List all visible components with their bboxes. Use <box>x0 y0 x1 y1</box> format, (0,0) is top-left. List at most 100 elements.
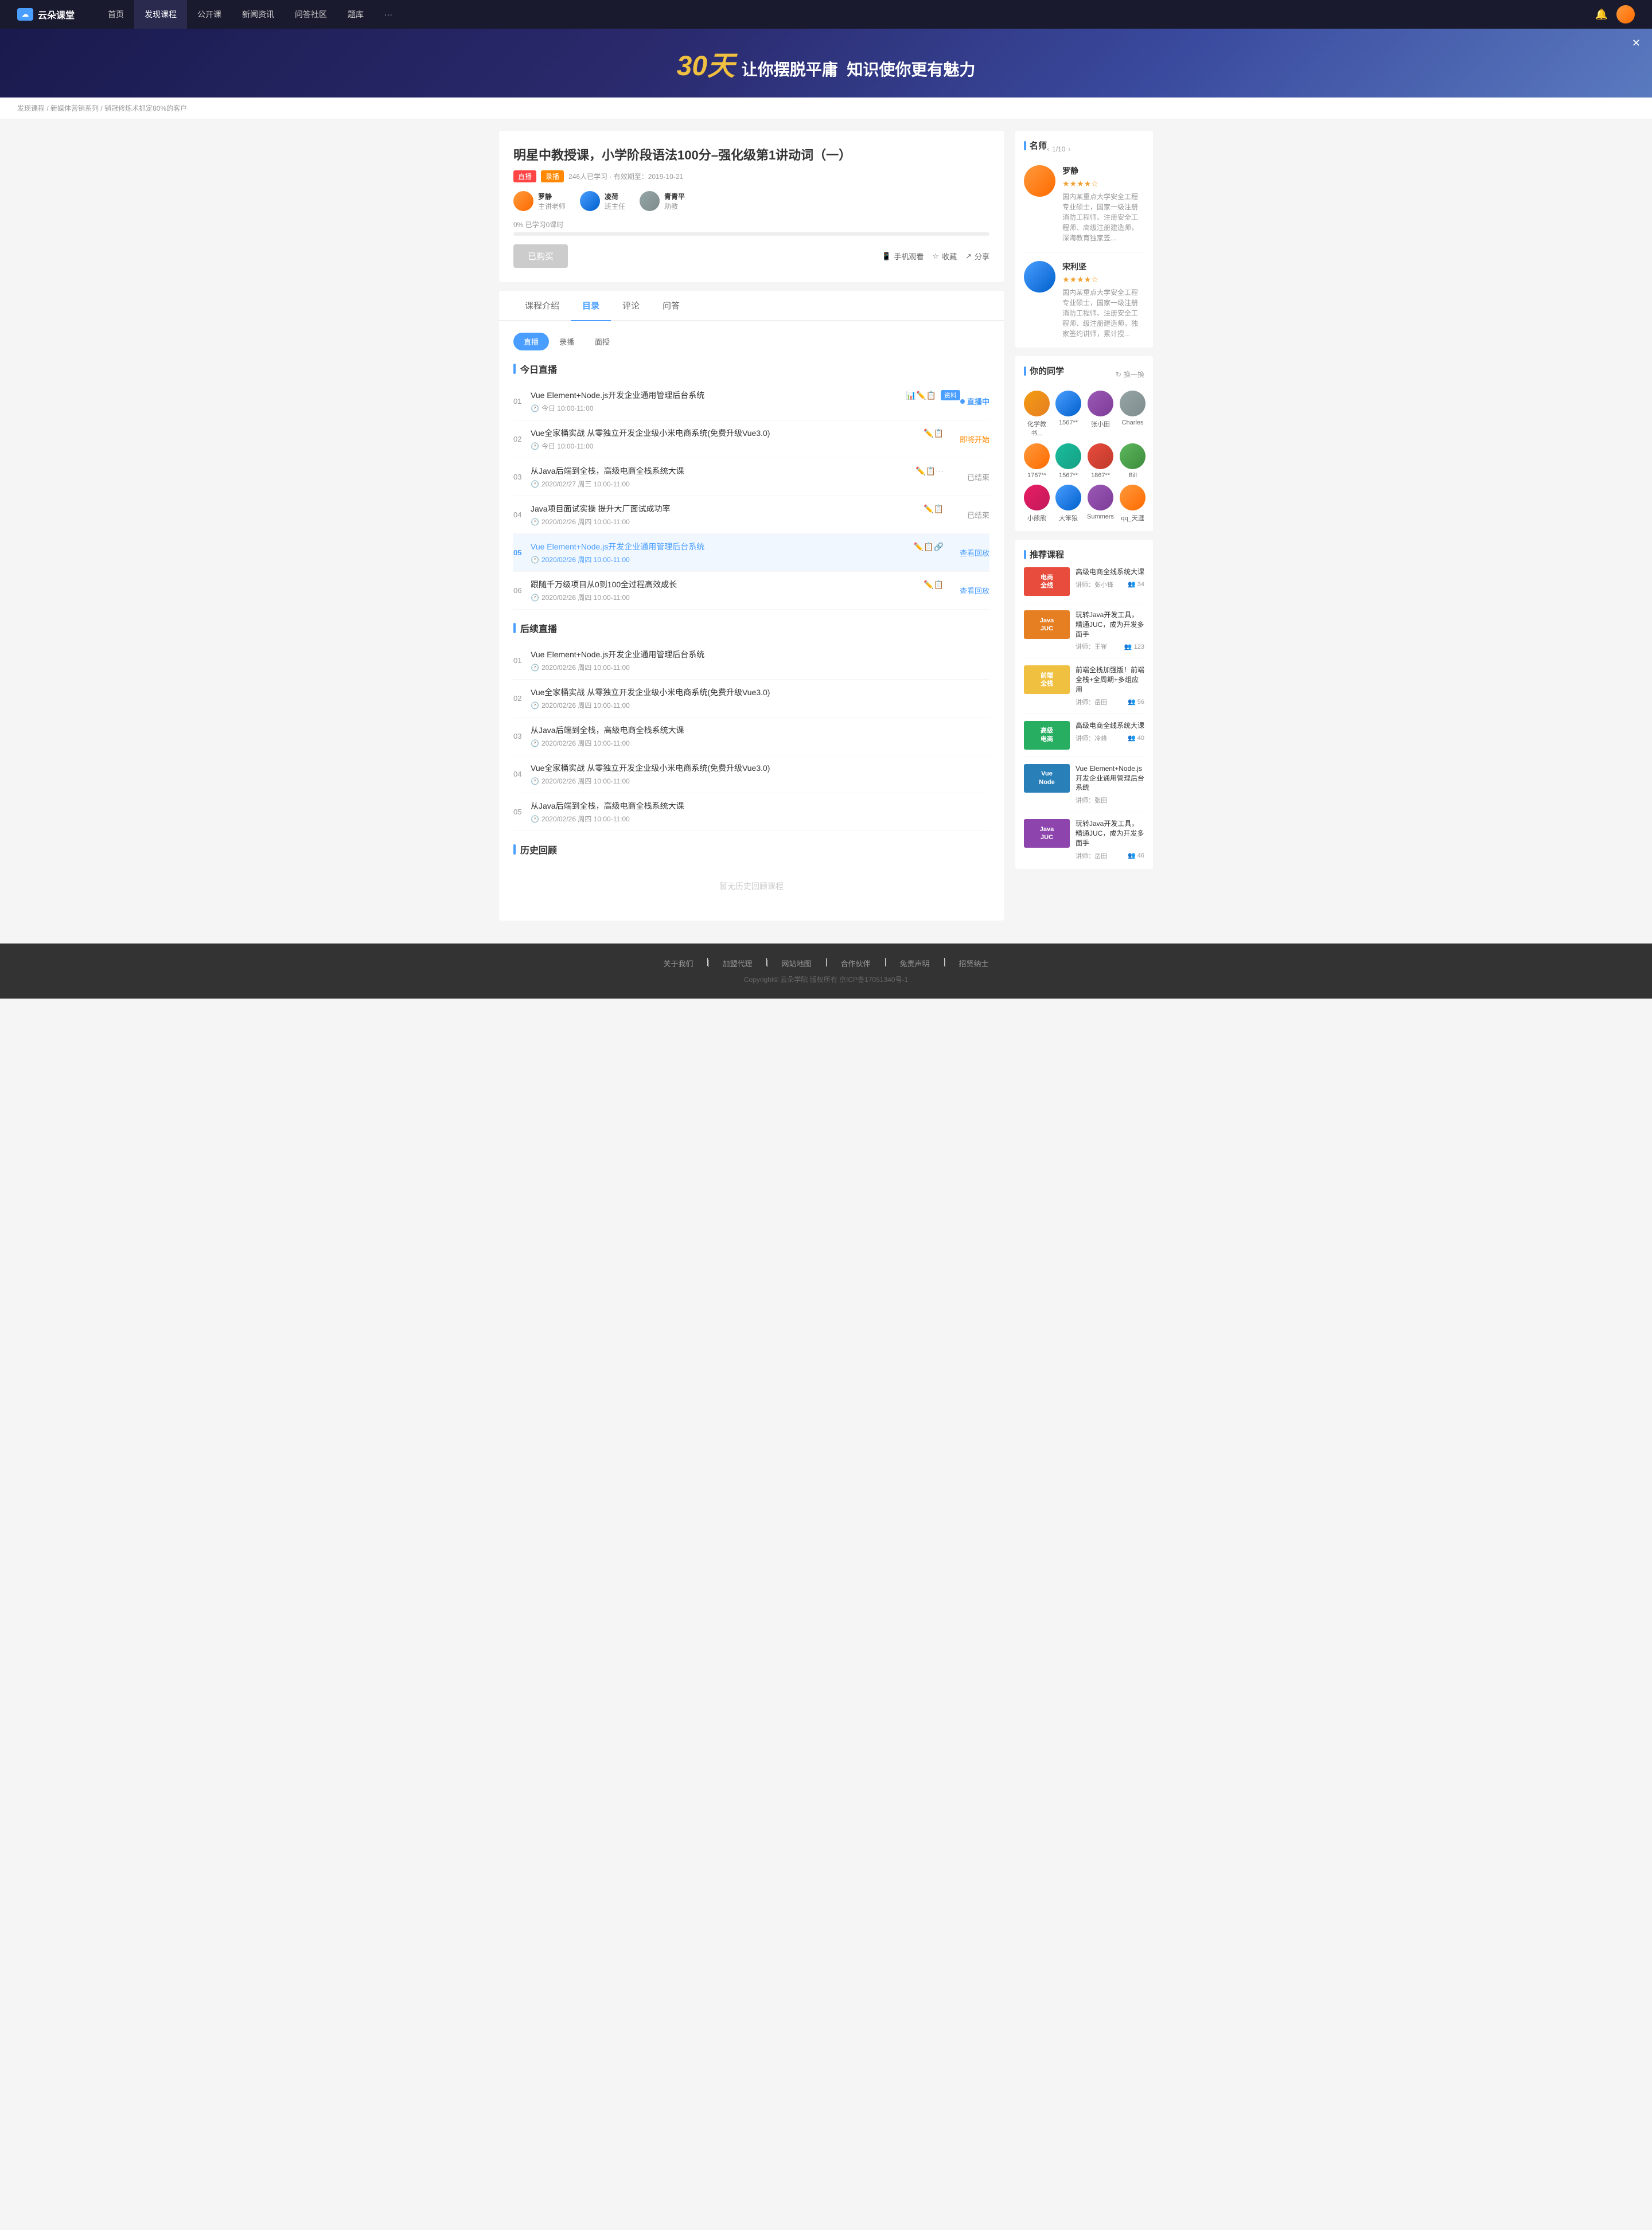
course-header-card: 明星中教授课，小学阶段语法100分–强化级第1讲动词（一） 直播 录播 246人… <box>499 131 1004 282</box>
share-label: 分享 <box>975 251 989 262</box>
banner-content: 30天 让你摆脱平庸 知识使你更有魅力 <box>677 43 976 83</box>
edit-icon-03[interactable]: ✏️ <box>915 466 925 476</box>
student-item-8: 小熊熊 <box>1024 485 1050 523</box>
lesson-info-02: Vue全家桶实战 从零独立开发企业级小米电商系统(免费升级Vue3.0) ✏️ … <box>531 427 944 451</box>
lesson-item-04: 04 Java项目面试实操 提升大厂面试成功率 ✏️ 📋 🕐 2020/02/2… <box>513 496 989 534</box>
nav-discover[interactable]: 发现课程 <box>134 0 187 29</box>
future-time-01: 🕐 2020/02/26 周四 10:00-11:00 <box>531 662 989 672</box>
footer-franchise[interactable]: 加盟代理 <box>722 958 752 969</box>
copy-icon-02[interactable]: 📋 <box>934 428 944 438</box>
nav-news[interactable]: 新闻资讯 <box>232 0 285 29</box>
sidebar-teacher-stars-0: ★★★★☆ <box>1062 179 1144 189</box>
no-history-message: 暂无历史回顾课程 <box>513 863 989 909</box>
notification-bell-icon[interactable]: 🔔 <box>1595 9 1608 21</box>
footer-partners[interactable]: 合作伙伴 <box>841 958 871 969</box>
edit-icon-01[interactable]: ✏️ <box>916 391 926 400</box>
future-live-section: 后续直播 <box>513 621 989 635</box>
collect-button[interactable]: ☆ 收藏 <box>932 251 957 262</box>
edit-icon-05[interactable]: ✏️ <box>914 542 924 552</box>
site-footer: 关于我们 | 加盟代理 | 网站地图 | 合作伙伴 | 免责声明 | 招贤纳士 … <box>0 944 1652 999</box>
mobile-watch-button[interactable]: 📱 手机观看 <box>882 251 924 262</box>
user-avatar[interactable] <box>1616 5 1635 24</box>
nav-qa[interactable]: 问答社区 <box>285 0 337 29</box>
student-item-0: 化学教书... <box>1024 391 1050 438</box>
rec-course-2[interactable]: 前端全栈 前端全栈加强版！前端全栈+全周期+多组应用 讲师：岳田 👥 56 <box>1024 665 1144 714</box>
rec-course-title-0: 高级电商全线系统大课 <box>1076 567 1144 577</box>
copy-icon-01[interactable]: 📋 <box>926 391 936 400</box>
rec-course-3[interactable]: 高级电商 高级电商全线系统大课 讲师：冷峰 👥 40 <box>1024 721 1144 757</box>
students-card-header: 你的同学 ↻ 换一换 <box>1024 365 1144 384</box>
chart-icon-01[interactable]: 📊 <box>906 391 916 400</box>
rec-thumb-1: JavaJUC <box>1024 610 1070 639</box>
course-actions: 已购买 📱 手机观看 ☆ 收藏 ↗ 分享 <box>513 244 989 268</box>
sub-tabs: 直播 录播 面授 <box>513 333 989 350</box>
student-item-1: 1567** <box>1055 391 1081 438</box>
next-teacher-icon[interactable]: › <box>1068 145 1070 153</box>
copy-icon-06[interactable]: 📋 <box>934 580 944 590</box>
sidebar-bar-teachers-icon <box>1024 141 1026 150</box>
teachers-card-header: 名师 ‹ 1/10 › <box>1024 139 1144 158</box>
nav-questions[interactable]: 题库 <box>337 0 374 29</box>
sub-tab-live[interactable]: 直播 <box>513 333 549 350</box>
student-name-2: 张小田 <box>1091 419 1110 428</box>
section-bar-history-icon <box>513 844 516 855</box>
edit-icon-04[interactable]: ✏️ <box>924 504 933 514</box>
footer-divider-4: | <box>885 958 886 966</box>
nav-more[interactable]: ··· <box>374 0 403 29</box>
tab-catalog[interactable]: 目录 <box>571 291 611 321</box>
tab-comments[interactable]: 评论 <box>611 291 651 321</box>
rec-instructor-3: 讲师：冷峰 <box>1076 734 1107 743</box>
clock-icon-f01: 🕐 <box>531 664 539 672</box>
clock-icon-06: 🕐 <box>531 594 539 602</box>
edit-icon-02[interactable]: ✏️ <box>924 428 933 438</box>
future-num-05: 05 <box>513 808 531 816</box>
footer-disclaimer[interactable]: 免责声明 <box>900 958 930 969</box>
mobile-icon: 📱 <box>882 252 891 261</box>
link-icon-05[interactable]: 🔗 <box>934 542 944 552</box>
banner-close-icon[interactable]: ✕ <box>1632 37 1641 49</box>
lesson-title-05: Vue Element+Node.js开发企业通用管理后台系统 <box>531 541 909 552</box>
switch-students-button[interactable]: ↻ 换一换 <box>1116 369 1144 379</box>
nav-home[interactable]: 首页 <box>98 0 134 29</box>
footer-sitemap[interactable]: 网站地图 <box>781 958 811 969</box>
rec-course-4[interactable]: VueNode Vue Element+Node.js开发企业通用管理后台系统 … <box>1024 764 1144 812</box>
tab-qa[interactable]: 问答 <box>651 291 691 321</box>
students-grid: 化学教书... 1567** 张小田 Charles 1767** <box>1024 391 1144 523</box>
today-live-title: 今日直播 <box>520 362 557 376</box>
sub-tab-offline[interactable]: 面授 <box>585 333 620 350</box>
future-time-03: 🕐 2020/02/26 周四 10:00-11:00 <box>531 738 989 748</box>
bought-button[interactable]: 已购买 <box>513 244 568 268</box>
tab-intro[interactable]: 课程介绍 <box>513 291 571 321</box>
lesson-item: 01 Vue Element+Node.js开发企业通用管理后台系统 📊 ✏️ … <box>513 383 989 420</box>
progress-row: 0% 已学习0课时 <box>513 220 989 236</box>
lesson-status-05[interactable]: 查看回放 <box>944 547 989 558</box>
nav-open[interactable]: 公开课 <box>187 0 232 29</box>
rec-course-5[interactable]: JavaJUC 玩转Java开发工具，精通JUC，成为开发多面手 讲师：岳田 👥… <box>1024 819 1144 860</box>
copy-icon-04[interactable]: 📋 <box>934 504 944 514</box>
copy-icon-03[interactable]: 📋 <box>926 466 936 476</box>
rec-course-1[interactable]: JavaJUC 玩转Java开发工具，精通JUC，成为开发多面手 讲师：王崔 👥… <box>1024 610 1144 658</box>
site-logo[interactable]: ☁ 云朵课堂 <box>17 7 75 21</box>
rec-course-title-4: Vue Element+Node.js开发企业通用管理后台系统 <box>1076 764 1144 793</box>
lesson-item-06: 06 跟随千万级项目从0到100全过程高效成长 ✏️ 📋 🕐 2020/02/2… <box>513 572 989 610</box>
breadcrumb-discover[interactable]: 发现课程 <box>17 104 45 112</box>
rec-course-0[interactable]: 电商全线 高级电商全线系统大课 讲师：张小锋 👥 34 <box>1024 567 1144 603</box>
lesson-status-06[interactable]: 查看回放 <box>944 585 989 596</box>
more-icon-03[interactable]: ⋯ <box>936 466 944 476</box>
prev-teacher-icon[interactable]: ‹ <box>1047 145 1049 153</box>
breadcrumb-series[interactable]: 新媒体营销系列 <box>50 104 99 112</box>
sub-tab-record[interactable]: 录播 <box>549 333 585 350</box>
teacher-info-0: 罗静 主讲老师 <box>538 192 566 211</box>
course-meta: 246人已学习 · 有效期至：2019-10-21 <box>568 171 683 181</box>
future-num-02: 02 <box>513 694 531 703</box>
footer-recruit[interactable]: 招贤纳士 <box>959 958 989 969</box>
edit-icon-06[interactable]: ✏️ <box>924 580 933 590</box>
lesson-info-04: Java项目面试实操 提升大厂面试成功率 ✏️ 📋 🕐 2020/02/26 周… <box>531 503 944 527</box>
student-item-2: 张小田 <box>1087 391 1114 438</box>
lesson-item-05: 05 Vue Element+Node.js开发企业通用管理后台系统 ✏️ 📋 … <box>513 534 989 572</box>
footer-about[interactable]: 关于我们 <box>663 958 693 969</box>
sidebar-bar-rec-icon <box>1024 550 1026 559</box>
breadcrumb-current: 销冠修炼术抓定80%的客户 <box>104 104 187 112</box>
share-button[interactable]: ↗ 分享 <box>965 251 989 262</box>
copy-icon-05[interactable]: 📋 <box>924 542 933 552</box>
